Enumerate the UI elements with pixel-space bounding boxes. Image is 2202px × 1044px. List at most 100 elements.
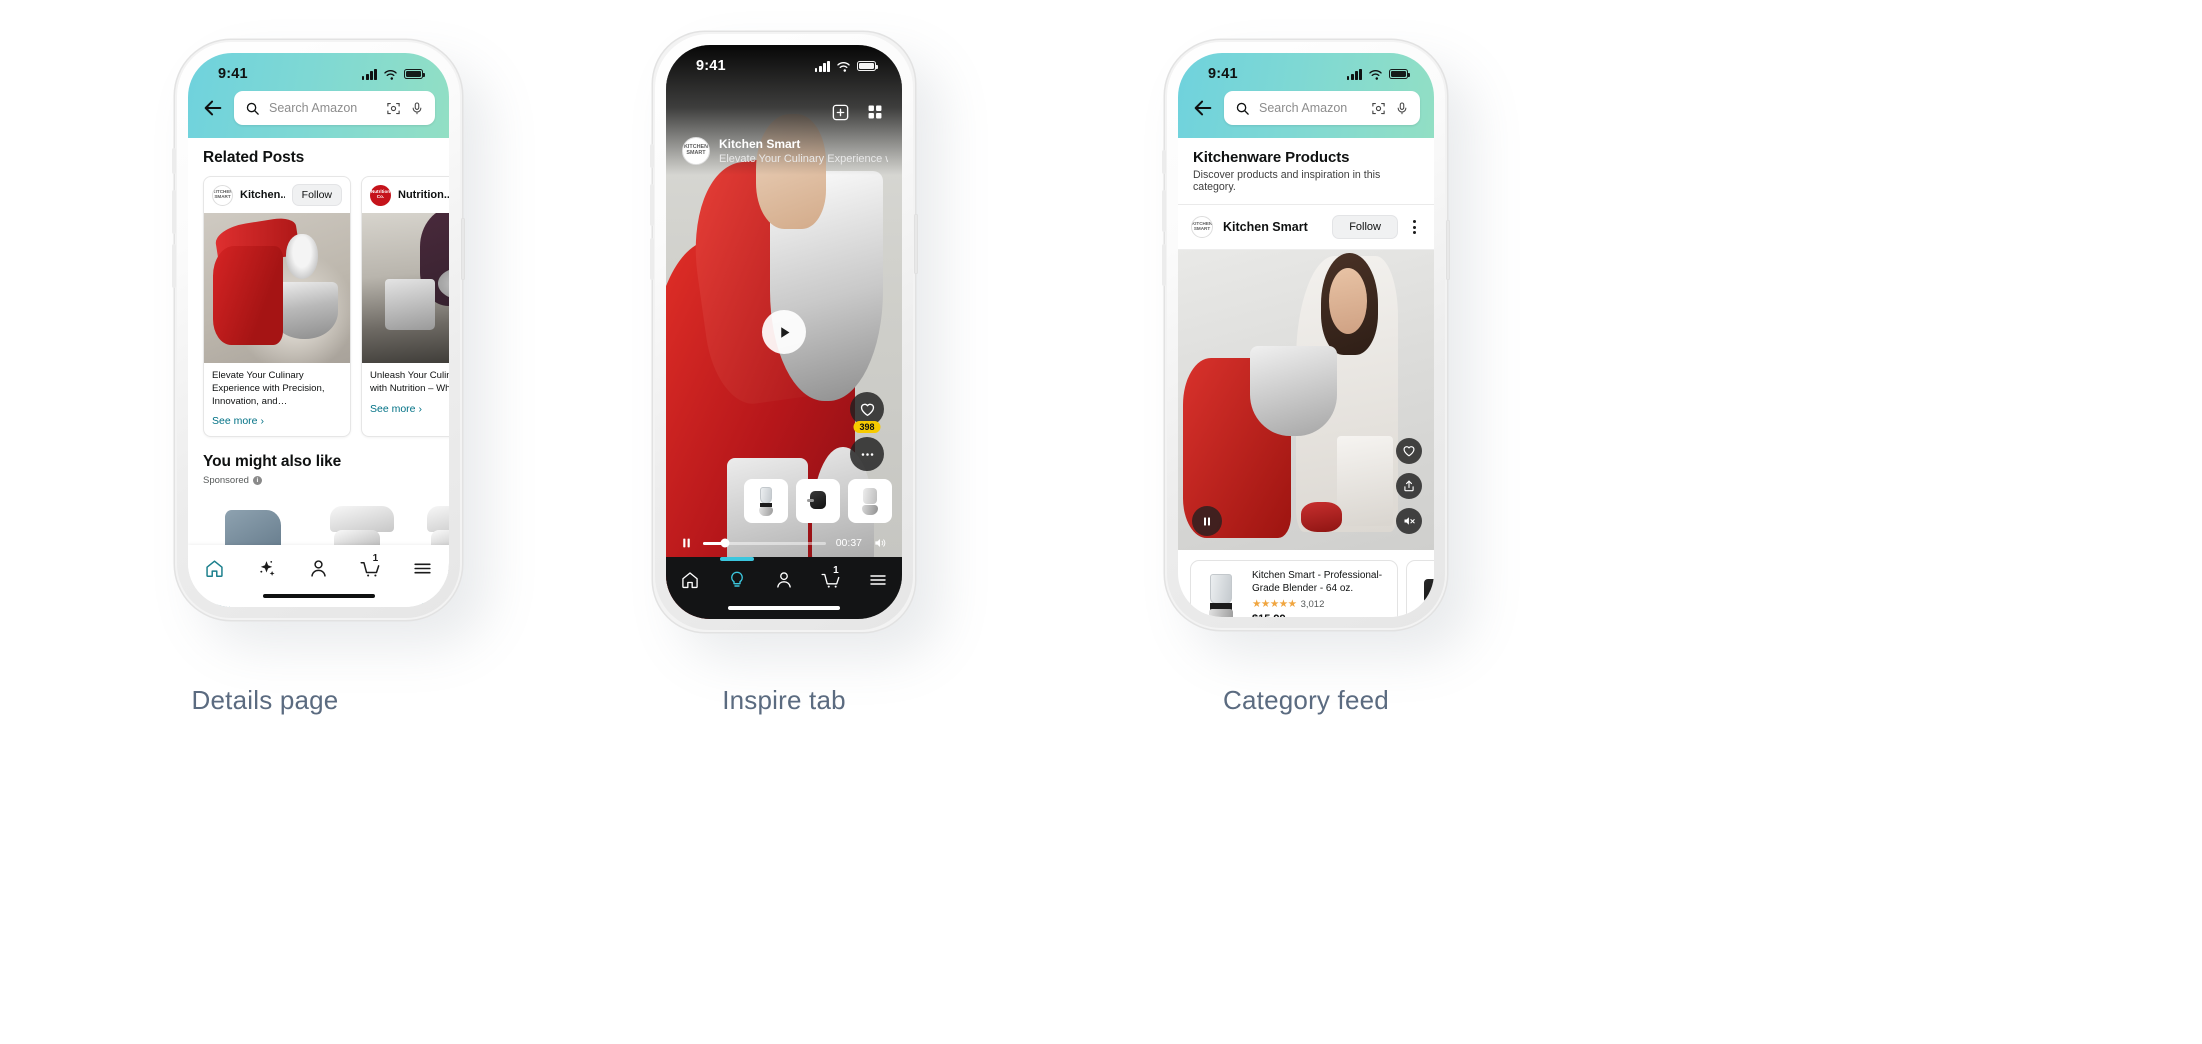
tab-cart[interactable]: 1 — [814, 565, 848, 594]
post-creator-name: Kitchen.. — [240, 189, 285, 201]
product-price: $15.99 — [1252, 613, 1389, 617]
tab-inspire[interactable] — [249, 554, 283, 582]
tab-account[interactable] — [767, 566, 801, 594]
search-input[interactable]: Search Amazon — [234, 91, 435, 125]
volume-down-button[interactable] — [650, 238, 654, 280]
product-card[interactable] — [1406, 560, 1434, 617]
heart-icon — [860, 403, 874, 416]
back-arrow-icon[interactable] — [1192, 97, 1214, 119]
tab-home[interactable] — [197, 554, 231, 582]
share-button[interactable] — [1396, 473, 1422, 499]
power-button[interactable] — [1446, 220, 1450, 280]
see-more-link[interactable]: See more › — [204, 410, 350, 436]
post-card[interactable]: Nutrition Co. Nutrition.. Fol Unleash Yo… — [361, 176, 449, 438]
tab-home[interactable] — [673, 566, 707, 594]
post-image[interactable] — [204, 213, 350, 363]
power-button[interactable] — [914, 214, 918, 274]
sponsored-label-row: Sponsored i — [203, 475, 434, 486]
like-button[interactable]: 398 — [850, 392, 884, 433]
inspire-video-player[interactable]: 9:41 KITCHEN SMART Kitchen Smart Elevate… — [666, 45, 902, 619]
mute-switch[interactable] — [1162, 150, 1166, 174]
caption-inspire-tab: Inspire tab — [722, 685, 846, 715]
status-time: 9:41 — [218, 66, 248, 82]
search-icon — [1236, 102, 1249, 115]
tagged-product[interactable] — [796, 479, 840, 523]
post-image[interactable] — [362, 213, 449, 363]
volume-muted-icon — [1403, 517, 1415, 525]
see-more-link[interactable]: See more › — [362, 398, 449, 424]
phone-details-page: 9:41 Search Amazon Related Posts KITCHEN… — [172, 40, 465, 620]
wifi-icon — [1369, 69, 1382, 80]
tab-account[interactable] — [301, 554, 335, 582]
volume-down-button[interactable] — [1162, 244, 1166, 286]
you-might-also-like-section: You might also like Sponsored i — [188, 437, 449, 490]
related-posts-carousel[interactable]: KITCHEN SMART Kitchen.. Follow Elevate Y… — [188, 176, 449, 438]
person-icon — [777, 572, 791, 588]
tab-menu[interactable] — [406, 554, 440, 582]
phone1-screen: 9:41 Search Amazon Related Posts KITCHEN… — [188, 53, 449, 607]
add-to-collection-icon[interactable] — [831, 103, 850, 122]
video-creator-row[interactable]: KITCHEN SMART Kitchen Smart Elevate Your… — [682, 137, 888, 165]
microphone-icon[interactable] — [410, 101, 424, 116]
kebab-menu-icon[interactable] — [1408, 217, 1421, 237]
follow-button[interactable]: Follow — [291, 184, 342, 206]
cellular-bars-icon — [1346, 68, 1362, 80]
video-progress-slider[interactable] — [703, 538, 826, 548]
avatar: Nutrition Co. — [370, 184, 391, 206]
home-icon — [205, 559, 223, 577]
power-button[interactable] — [461, 218, 465, 280]
tab-menu[interactable] — [861, 566, 895, 594]
tab-cart[interactable]: 1 — [354, 553, 388, 582]
lightbulb-icon — [730, 571, 743, 587]
follow-button[interactable]: Follow — [1332, 215, 1398, 239]
video-time: 00:37 — [835, 537, 862, 549]
grid-view-icon[interactable] — [866, 103, 884, 121]
caption-details-page: Details page — [191, 685, 339, 715]
more-horizontal-icon — [861, 452, 873, 456]
pause-icon[interactable] — [680, 536, 693, 550]
volume-up-button[interactable] — [650, 184, 654, 226]
post-caption: Elevate Your Culinary Experience with Pr… — [212, 370, 325, 407]
feed-creator-row[interactable]: KITCHEN SMART Kitchen Smart Follow — [1178, 205, 1434, 250]
like-button[interactable] — [1396, 438, 1422, 464]
more-options-button[interactable] — [850, 437, 884, 471]
microphone-icon[interactable] — [1395, 101, 1409, 116]
feed-product-cards[interactable]: Kitchen Smart - Professional-Grade Blend… — [1178, 550, 1434, 617]
pause-button[interactable] — [1192, 506, 1222, 536]
search-input[interactable]: Search Amazon — [1224, 91, 1420, 125]
volume-up-button[interactable] — [1162, 190, 1166, 232]
cart-badge-count: 1 — [833, 565, 839, 576]
category-header: Kitchenware Products Discover products a… — [1178, 138, 1434, 205]
phone-category-feed: 9:41 Search Amazon Kitchenware Products … — [1162, 40, 1450, 630]
tab-inspire[interactable] — [719, 557, 754, 594]
phone-inspire-tab: 9:41 KITCHEN SMART Kitchen Smart Elevate… — [650, 32, 918, 632]
play-button[interactable] — [762, 310, 806, 354]
volume-up-button[interactable] — [172, 190, 176, 234]
post-card[interactable]: KITCHEN SMART Kitchen.. Follow Elevate Y… — [203, 176, 351, 438]
status-time: 9:41 — [696, 58, 726, 74]
status-bar: 9:41 — [1178, 53, 1434, 89]
back-arrow-icon[interactable] — [202, 97, 224, 119]
volume-on-icon[interactable] — [872, 536, 888, 550]
product-title[interactable]: Kitchen Smart - Professional-Grade Blend… — [1252, 569, 1389, 595]
volume-down-button[interactable] — [172, 244, 176, 288]
feed-video[interactable] — [1178, 250, 1434, 550]
share-icon — [1404, 480, 1414, 492]
tagged-product[interactable] — [848, 479, 892, 523]
video-top-actions — [831, 103, 884, 122]
camera-lens-icon[interactable] — [386, 101, 401, 116]
play-icon — [780, 326, 789, 338]
mute-button[interactable] — [1396, 508, 1422, 534]
phone1-body: Related Posts KITCHEN SMART Kitchen.. Fo… — [188, 138, 449, 607]
rating-row: ★★★★★ 3,012 — [1252, 598, 1389, 610]
tagged-products-strip[interactable] — [744, 479, 902, 523]
mute-switch[interactable] — [172, 148, 176, 174]
camera-lens-icon[interactable] — [1371, 101, 1386, 116]
status-time: 9:41 — [1208, 66, 1238, 82]
tagged-product[interactable] — [744, 479, 788, 523]
info-icon[interactable]: i — [252, 476, 262, 486]
video-controls: 00:37 — [666, 529, 902, 557]
post-caption: Unleash Your Culinary Crea… with Nutriti… — [370, 370, 449, 394]
product-card[interactable]: Kitchen Smart - Professional-Grade Blend… — [1190, 560, 1398, 617]
mute-switch[interactable] — [650, 144, 654, 168]
